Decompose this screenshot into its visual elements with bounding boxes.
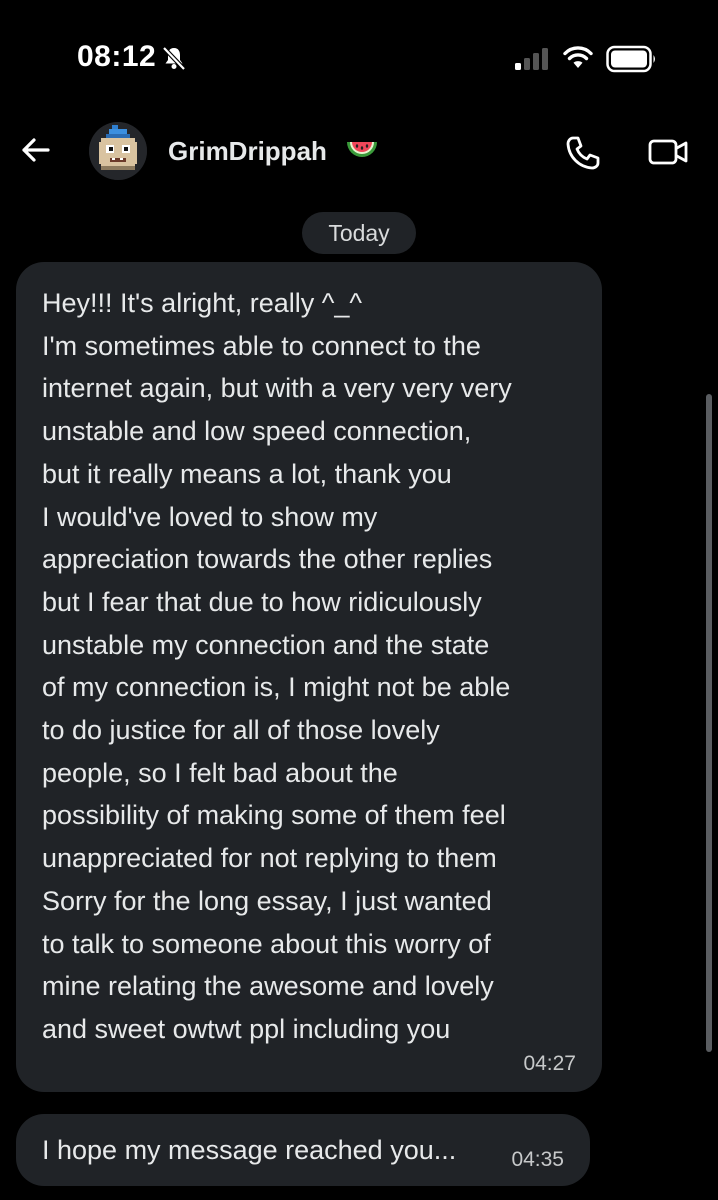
status-bar: 08:12 <box>0 0 718 110</box>
message-line: but it really means a lot, thank you <box>42 458 452 489</box>
video-camera-icon[interactable] <box>648 136 688 168</box>
message-line: unstable my connection and the state <box>42 629 490 660</box>
message-line: I would've loved to show my <box>42 501 378 532</box>
message-timestamp: 04:27 <box>523 1052 576 1075</box>
phone-icon[interactable] <box>564 134 602 172</box>
bell-slash-icon <box>162 46 186 71</box>
message-line: internet again, but with a very very ver… <box>42 373 512 404</box>
message-text: I hope my message reached you... <box>42 1135 457 1165</box>
avatar[interactable] <box>89 122 147 180</box>
message-line: appreciation towards the other replies <box>42 544 493 575</box>
message-line: to do justice for all of those lovely <box>42 715 440 746</box>
date-separator: Today <box>302 212 416 254</box>
status-time: 08:12 <box>77 40 157 73</box>
contact-name[interactable]: GrimDrippah <box>168 136 327 167</box>
conversation-header: GrimDrippah <box>0 110 718 194</box>
cellular-signal-icon <box>515 48 548 70</box>
message-line: mine relating the awesome and lovely <box>42 971 494 1002</box>
message-line: unstable and low speed connection, <box>42 416 472 447</box>
message-line: Hey!!! It's alright, really ^_^ <box>42 288 363 318</box>
watermelon-icon <box>347 142 377 157</box>
battery-icon <box>606 45 655 73</box>
message-line: possibility of making some of them feel <box>42 800 506 831</box>
message-line: and sweet owtwt ppl including you <box>42 1013 451 1044</box>
wifi-icon <box>563 46 593 68</box>
message-text: Hey!!! It's alright, really ^_^ I'm some… <box>42 282 594 1051</box>
message-line: unappreciated for not replying to them <box>42 843 497 874</box>
message-line: to talk to someone about this worry of <box>42 928 491 959</box>
message-bubble[interactable]: I hope my message reached you... 04:35 <box>16 1114 590 1186</box>
pixel-avatar-image <box>89 122 147 180</box>
message-bubble[interactable]: Hey!!! It's alright, really ^_^ I'm some… <box>16 262 602 1092</box>
message-timestamp: 04:35 <box>511 1148 564 1171</box>
message-line: Sorry for the long essay, I just wanted <box>42 885 492 916</box>
scrollbar-thumb[interactable] <box>706 394 712 1052</box>
arrow-left-icon[interactable] <box>18 132 54 168</box>
message-line: people, so I felt bad about the <box>42 757 398 788</box>
message-line: but I fear that due to how ridiculously <box>42 586 482 617</box>
message-line: I'm sometimes able to connect to the <box>42 330 481 361</box>
message-line: of my connection is, I might not be able <box>42 672 511 703</box>
